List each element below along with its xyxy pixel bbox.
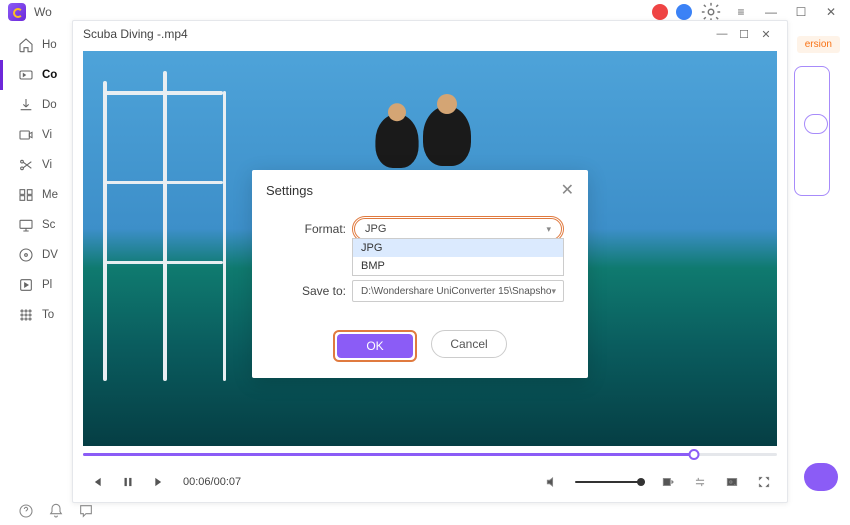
minimize-icon[interactable]: — [760, 3, 782, 21]
sidebar-item-screen[interactable]: Sc [0, 210, 58, 240]
video-content-illustration [423, 106, 471, 166]
drop-panel-shape [804, 114, 828, 134]
grid-icon [18, 307, 34, 323]
ok-button[interactable]: OK [337, 334, 413, 358]
fullscreen-button[interactable] [755, 473, 773, 491]
modal-header: Settings ✕ [252, 170, 588, 210]
sidebar-item-downloader[interactable]: Do [0, 90, 58, 120]
home-icon [18, 37, 34, 53]
pause-button[interactable] [119, 473, 137, 491]
sidebar-item-label: Vi [42, 129, 52, 141]
sidebar-item-label: Vi [42, 159, 52, 171]
version-badge: ersion [797, 36, 840, 53]
sidebar-item-label: DV [42, 249, 58, 261]
scissors-icon [18, 157, 34, 173]
speed-button[interactable] [659, 473, 677, 491]
format-label: Format: [252, 222, 346, 236]
status-dot-blue [676, 4, 692, 20]
sidebar-item-player[interactable]: Pl [0, 270, 58, 300]
cancel-button[interactable]: Cancel [431, 330, 507, 358]
format-dropdown: JPG BMP [352, 238, 564, 276]
next-frame-button[interactable] [151, 473, 169, 491]
sidebar-item-converter[interactable]: Co [0, 60, 58, 90]
volume-slider[interactable] [575, 481, 645, 483]
sidebar-item-merger[interactable]: Me [0, 180, 58, 210]
chevron-down-icon: ▾ [551, 286, 556, 297]
sidebar-item-label: Ho [42, 39, 57, 51]
sidebar: Ho Co Do Vi Vi Me Sc DV [0, 24, 58, 497]
maximize-icon[interactable]: ☐ [733, 25, 755, 43]
close-icon[interactable]: ✕ [755, 25, 777, 43]
play-icon [18, 277, 34, 293]
close-icon[interactable]: ✕ [561, 180, 574, 200]
sidebar-item-label: Do [42, 99, 57, 111]
video-window-title: Scuba Diving -.mp4 [83, 27, 188, 41]
video-window-titlebar: Scuba Diving -.mp4 — ☐ ✕ [73, 21, 787, 47]
format-option-bmp[interactable]: BMP [353, 257, 563, 275]
volume-icon[interactable] [543, 473, 561, 491]
format-select[interactable]: JPG ▾ [354, 218, 562, 240]
footer [0, 497, 94, 525]
gear-icon[interactable] [700, 3, 722, 21]
video-content-illustration [375, 114, 418, 168]
playback-time: 00:06/00:07 [183, 476, 241, 488]
seek-bar[interactable] [83, 448, 777, 462]
screen-icon [18, 217, 34, 233]
download-icon [18, 97, 34, 113]
saveto-label: Save to: [252, 284, 346, 298]
settings-icon[interactable] [691, 473, 709, 491]
close-icon[interactable]: ✕ [820, 3, 842, 21]
player-controls: 00:06/00:07 [73, 462, 787, 502]
format-selected-value: JPG [365, 223, 386, 235]
snapshot-button[interactable] [723, 473, 741, 491]
converter-icon [18, 67, 34, 83]
seek-thumb[interactable] [688, 449, 699, 460]
feedback-icon[interactable] [78, 503, 94, 519]
sidebar-item-video1[interactable]: Vi [0, 120, 58, 150]
modal-title: Settings [266, 183, 313, 198]
sidebar-item-home[interactable]: Ho [0, 30, 58, 60]
ok-button-highlight: OK [333, 330, 417, 362]
convert-button-edge[interactable] [804, 463, 838, 491]
sidebar-item-toolbox[interactable]: To [0, 300, 58, 330]
app-logo [8, 3, 26, 21]
sidebar-item-label: Sc [42, 219, 55, 231]
prev-frame-button[interactable] [87, 473, 105, 491]
maximize-icon[interactable]: ☐ [790, 3, 812, 21]
sidebar-item-label: Co [42, 69, 57, 81]
sidebar-item-label: To [42, 309, 54, 321]
bell-icon[interactable] [48, 503, 64, 519]
minimize-icon[interactable]: — [711, 25, 733, 43]
settings-modal: Settings ✕ Format: JPG ▾ JPG BMP Save to… [252, 170, 588, 378]
disc-icon [18, 247, 34, 263]
saveto-select[interactable]: D:\Wondershare UniConverter 15\Snapsho ▾ [352, 280, 564, 302]
sidebar-item-label: Me [42, 189, 58, 201]
chevron-down-icon: ▾ [546, 224, 551, 235]
merger-icon [18, 187, 34, 203]
help-icon[interactable] [18, 503, 34, 519]
saveto-value: D:\Wondershare UniConverter 15\Snapsho [361, 286, 551, 297]
video-icon [18, 127, 34, 143]
menu-icon[interactable]: ≡ [730, 3, 752, 21]
format-option-jpg[interactable]: JPG [353, 239, 563, 257]
sidebar-item-label: Pl [42, 279, 52, 291]
app-name-truncated: Wo [34, 5, 52, 19]
sidebar-item-dvd[interactable]: DV [0, 240, 58, 270]
status-dot-red [652, 4, 668, 20]
sidebar-item-video2[interactable]: Vi [0, 150, 58, 180]
